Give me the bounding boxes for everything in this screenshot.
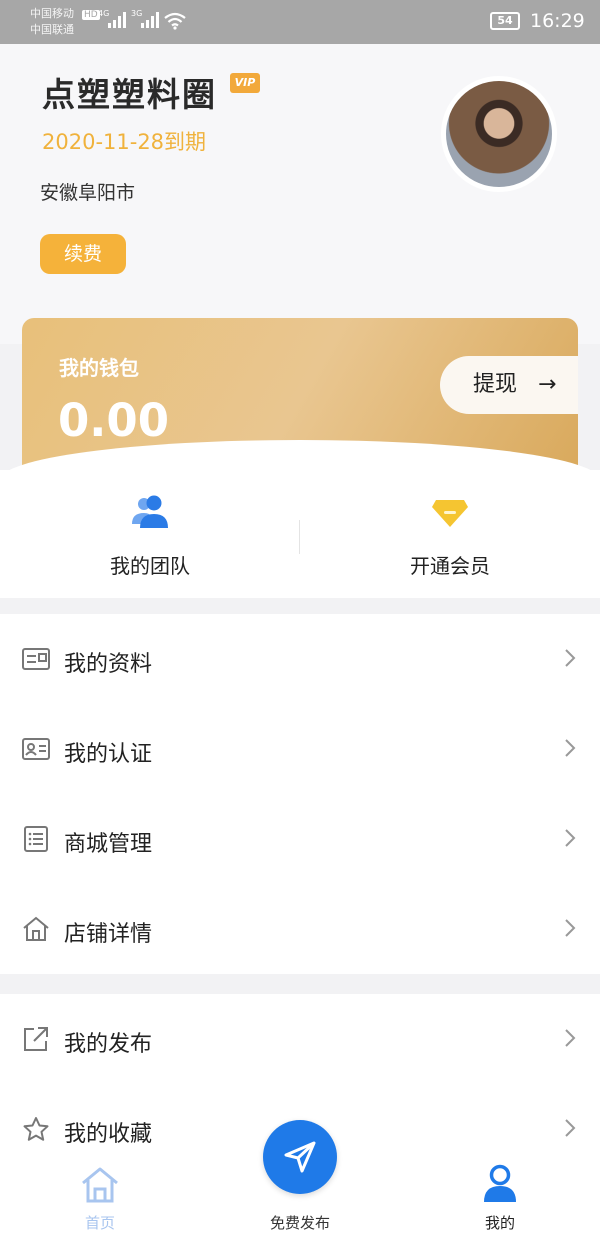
menu-label: 店铺详情 (64, 922, 153, 947)
quick-actions: 我的团队 开通会员 (0, 470, 600, 598)
tab-home[interactable]: 首页 (0, 1154, 200, 1244)
signal-icon-2 (141, 12, 159, 28)
id-card-icon (22, 738, 50, 760)
menu-item-my-posts[interactable]: 我的发布 (0, 994, 600, 1084)
tab-mine-label: 我的 (484, 1214, 515, 1232)
signal-icon (108, 12, 126, 28)
membership-expiry: 2020-11-28到期 (42, 130, 207, 154)
list-icon (24, 826, 48, 852)
send-icon (284, 1141, 316, 1173)
chevron-right-icon (565, 649, 576, 667)
open-membership-button[interactable]: 开通会员 (300, 470, 600, 598)
my-team-label: 我的团队 (110, 554, 190, 578)
chevron-right-icon (565, 739, 576, 757)
wifi-icon (164, 12, 186, 30)
tab-home-label: 首页 (84, 1214, 115, 1232)
tab-mine[interactable]: 我的 (400, 1154, 600, 1244)
menu-item-mall-management[interactable]: 商城管理 (0, 794, 600, 884)
chevron-right-icon (565, 919, 576, 937)
renew-button[interactable]: 续费 (40, 234, 126, 274)
carrier-2: 中国联通 (30, 23, 74, 36)
tab-publish-label: 免费发布 (269, 1214, 330, 1232)
user-icon (484, 1164, 516, 1202)
chevron-right-icon (565, 829, 576, 847)
menu-item-my-profile[interactable]: 我的资料 (0, 614, 600, 704)
user-city: 安徽阜阳市 (40, 182, 136, 204)
withdraw-label: 提现 (473, 372, 518, 397)
status-time: 16:29 (530, 10, 585, 32)
menu-group-account: 我的资料 我的认证 商城管理 店铺详情 (0, 614, 600, 974)
menu-item-my-certification[interactable]: 我的认证 (0, 704, 600, 794)
open-membership-label: 开通会员 (410, 554, 490, 578)
star-icon (23, 1117, 49, 1141)
chevron-right-icon (565, 1119, 576, 1137)
vip-badge: VIP (230, 73, 260, 93)
menu-label: 我的认证 (64, 742, 153, 767)
home-icon (82, 1167, 118, 1203)
carrier-1: 中国移动 (30, 7, 74, 20)
share-icon (24, 1027, 48, 1051)
my-team-button[interactable]: 我的团队 (0, 470, 300, 598)
menu-label: 商城管理 (64, 832, 153, 857)
menu-label: 我的收藏 (64, 1122, 153, 1147)
team-icon (132, 495, 168, 528)
profile-card-icon (22, 648, 50, 670)
menu-label: 我的资料 (64, 652, 153, 677)
wallet-label: 我的钱包 (59, 356, 139, 380)
publish-fab[interactable] (263, 1120, 337, 1194)
avatar-photo (446, 81, 552, 187)
wallet-balance: 0.00 (58, 394, 170, 447)
menu-item-store-details[interactable]: 店铺详情 (0, 884, 600, 974)
app-name: 点塑塑料圈 (42, 75, 217, 114)
chevron-right-icon (565, 1029, 576, 1047)
menu-label: 我的发布 (64, 1032, 153, 1057)
status-bar: 中国移动 中国联通 HD 4G 3G 54 16:29 (0, 0, 600, 44)
avatar[interactable] (441, 76, 557, 192)
arrow-right-icon: → (538, 372, 557, 397)
withdraw-button[interactable]: 提现 → (440, 356, 578, 414)
store-icon (23, 916, 49, 941)
carrier-info: 中国移动 中国联通 (30, 6, 74, 38)
diamond-icon (432, 500, 468, 527)
battery-indicator: 54 (490, 12, 520, 30)
